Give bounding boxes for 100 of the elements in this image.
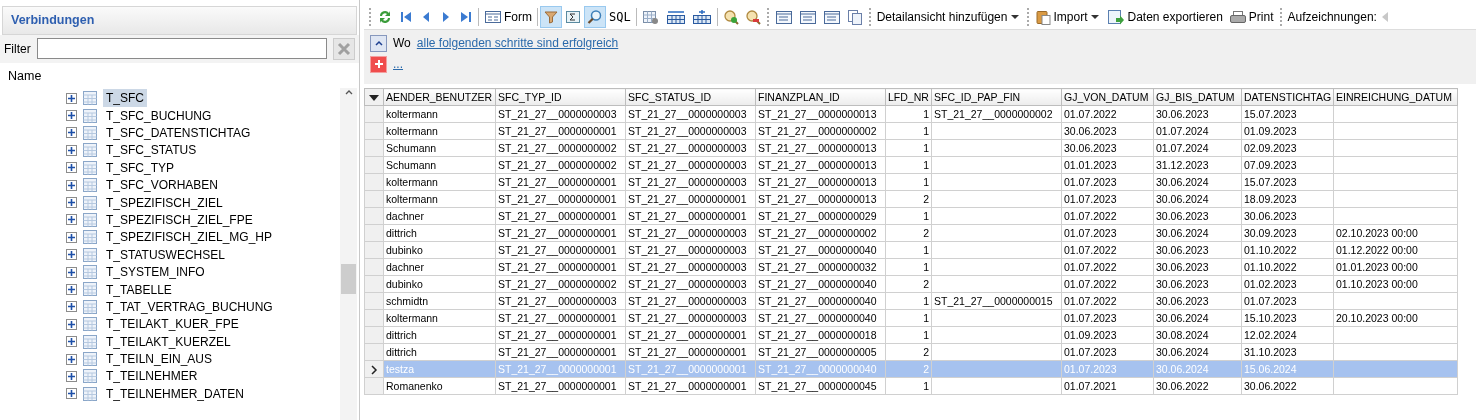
tree-item[interactable]: T_SFC_BUCHUNG [103,106,215,125]
table-cell: 12.02.2024 [1241,326,1334,344]
column-header[interactable]: SFC_ID_PAP_FIN [931,88,1062,106]
table-cell: 2 [885,343,932,361]
column-header[interactable]: GJ_VON_DATUM [1061,88,1154,106]
table-cell: 30.06.2023 [1153,105,1242,123]
table-cell: 18.09.2023 [1241,190,1334,208]
condition-link[interactable]: alle folgenden schritte sind erfolgreich [416,34,619,52]
collapse-button[interactable] [370,34,387,52]
table-cell: 1 [885,258,932,276]
tree-item[interactable]: T_TABELLE [103,280,175,299]
table-cell: ST_21_27__0000000015 [931,292,1062,310]
column-header[interactable]: LFD_NR [885,88,932,106]
export-button[interactable]: Daten exportieren [1104,5,1226,28]
detail-view-dropdown[interactable]: Detailansicht hinzufügen [873,5,1025,28]
table-cell: ST_21_27__0000000003 [625,156,756,174]
expand-button[interactable] [66,353,77,365]
table-cell: ST_21_27__0000000032 [755,258,886,276]
column-header[interactable]: EINREICHUNG_DATUM [1333,88,1458,106]
expand-button[interactable] [66,318,77,330]
expand-button[interactable] [66,179,77,191]
tree-item[interactable]: T_SPEZIFISCH_ZIEL_MG_HP [103,228,276,247]
table-cell: ST_21_27__0000000003 [625,173,756,191]
tree-item[interactable]: T_SFC_TYP [103,158,177,177]
scrollbar[interactable] [340,87,357,420]
import-button[interactable]: Import [1032,5,1105,28]
expand-button[interactable] [66,92,77,104]
expand-button[interactable] [66,249,77,261]
table-cell: 01.07.2022 [1061,275,1154,293]
expand-button[interactable] [66,127,77,139]
table-cell: 01.02.2023 [1241,275,1334,293]
tree-item[interactable]: T_SFC [103,89,147,108]
table-cell: ST_21_27__0000000040 [755,275,886,293]
expand-button[interactable] [66,388,77,400]
tree-item[interactable]: T_TEILAKT_KUER_FPE [103,315,242,334]
table-icon [82,333,98,350]
tree-item[interactable]: T_TEILNEHMER [103,367,201,386]
tree-item[interactable]: T_SFC_DATENSTICHTAG [103,124,254,142]
table-cell: 30.06.2023 [1153,275,1242,293]
expand-button[interactable] [66,336,77,348]
filter-field[interactable] [36,38,327,60]
expand-button[interactable] [66,370,77,382]
expand-button[interactable] [66,266,77,278]
table-cell: 30.06.2023 [1153,292,1242,310]
expand-button[interactable] [66,144,77,156]
tree-item[interactable]: T_TEILNEHMER_DATEN [103,384,247,403]
expand-button[interactable] [66,197,77,209]
tree-item[interactable]: T_SFC_VORHABEN [103,176,222,195]
export-icon [1107,8,1126,25]
table-icon [82,159,98,176]
form-button[interactable]: Form [481,5,535,28]
expand-button[interactable] [66,231,77,243]
print-button[interactable]: Print [1225,5,1277,28]
table-cell: 30.06.2024 [1153,309,1242,327]
form-icon [484,8,502,25]
table-cell: 01.07.2023 [1061,224,1154,242]
table-icon [82,124,98,141]
column-header[interactable]: AENDER_BENUTZER [383,88,496,106]
expand-button[interactable] [66,214,77,226]
list-icon [774,8,793,25]
scrollbar-thumb[interactable] [341,263,356,294]
column-header[interactable]: GJ_BIS_DATUM [1153,88,1242,106]
magnifier-icon [587,8,603,25]
column-header[interactable]: DATENSTICHTAG [1241,88,1334,106]
tree-item[interactable]: T_TEILAKT_KUERZEL [103,332,234,351]
expand-button[interactable] [66,162,77,174]
tree-item[interactable]: T_SPEZIFISCH_ZIEL [103,193,226,212]
table-cell: 01.07.2023 [1061,173,1154,191]
plus-icon [67,111,76,121]
table-cell: 1 [885,377,932,395]
tree-item[interactable]: T_SYSTEM_INFO [103,263,208,282]
table-cell: 15.07.2023 [1241,105,1334,123]
column-header[interactable]: SFC_TYP_ID [495,88,626,106]
tree-item[interactable]: T_TEILN_EIN_AUS [103,350,216,369]
table-cell: koltermann [383,105,496,123]
table-cell: Schumann [383,139,496,157]
column-header[interactable]: SFC_STATUS_ID [625,88,756,106]
ellipsis-link[interactable]: ... [393,55,403,73]
sql-button[interactable]: SQL [606,5,634,28]
table-cell: 1 [885,173,932,191]
expand-button[interactable] [66,284,77,295]
table-cell: 01.07.2022 [1061,292,1154,310]
tree-item[interactable]: T_SPEZIFISCH_ZIEL_FPE [103,210,256,229]
table-cell: ST_21_27__0000000001 [495,326,626,344]
caret-down-icon[interactable] [368,93,380,102]
table-cell: 01.01.2023 00:00 [1333,258,1458,276]
expand-button[interactable] [66,301,77,313]
filter-button[interactable] [540,5,562,28]
plus-icon [67,354,76,364]
tree-item[interactable]: T_TAT_VERTRAG_BUCHUNG [103,297,276,316]
table-cell: ST_21_27__0000000002 [495,139,626,157]
tree-item[interactable]: T_STATUSWECHSEL [103,245,228,264]
tree-item[interactable]: T_SFC_STATUS [103,141,200,160]
expand-button[interactable] [66,110,77,122]
table-cell: ST_21_27__0000000003 [625,241,756,259]
add-condition-button[interactable] [370,55,387,73]
column-header[interactable]: FINANZPLAN_ID [755,88,886,106]
table-icon [82,351,98,368]
find-button[interactable] [584,5,606,28]
clear-filter-button[interactable] [333,37,355,60]
